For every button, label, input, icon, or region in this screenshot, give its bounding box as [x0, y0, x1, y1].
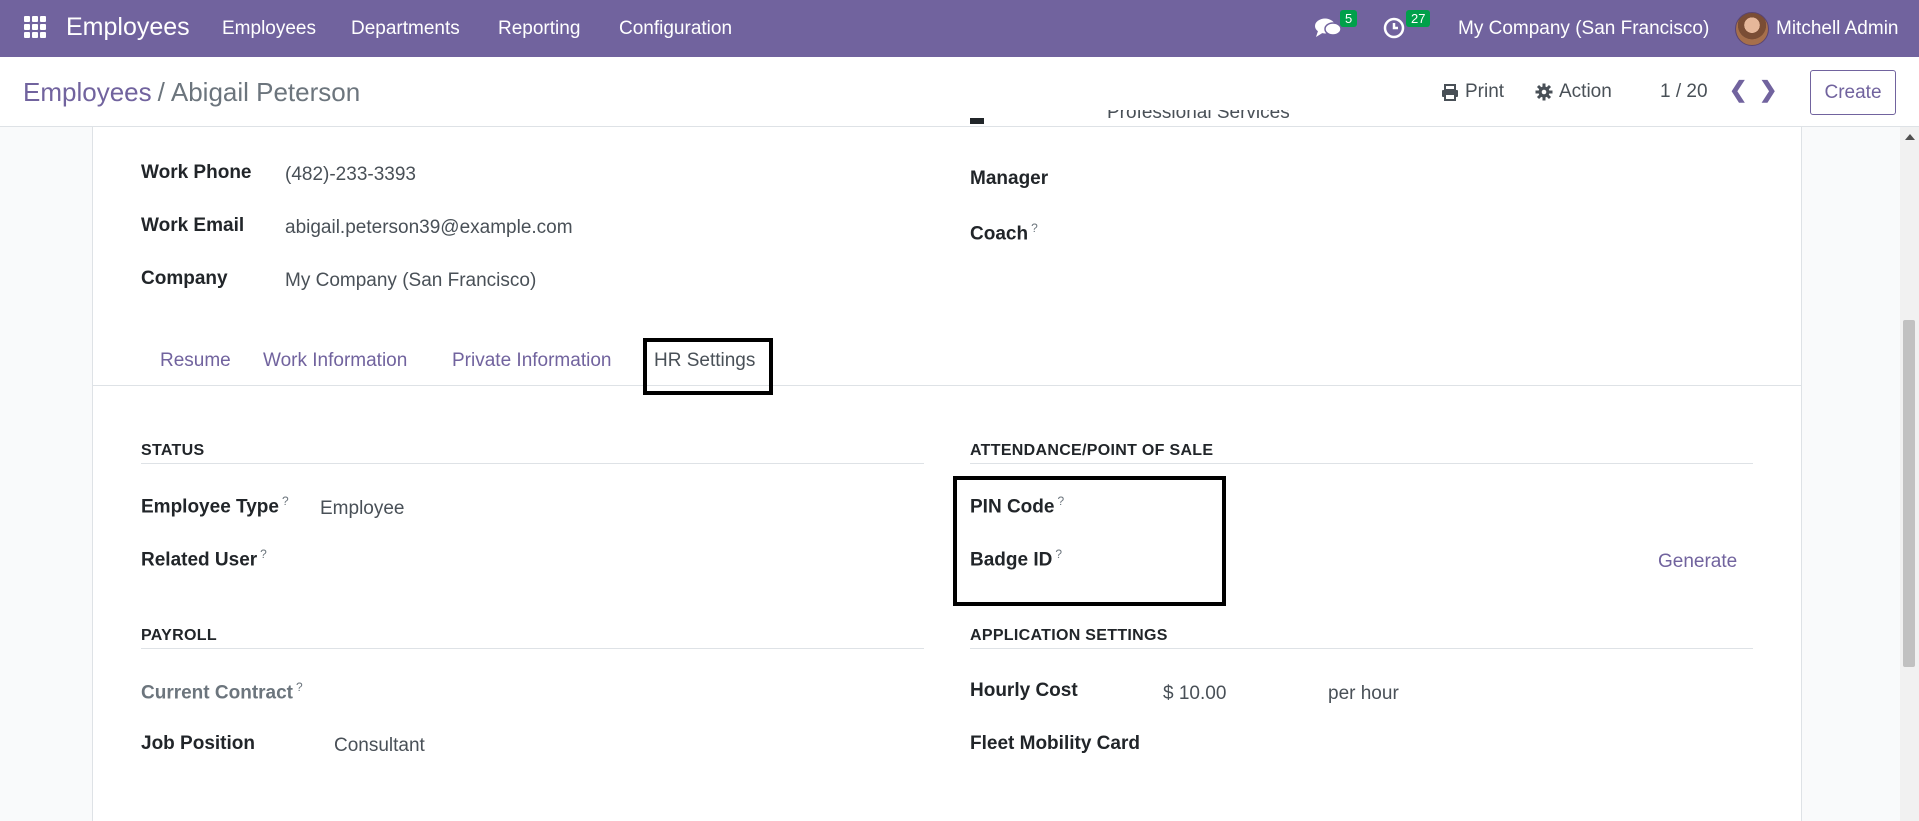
- create-button[interactable]: Create: [1810, 70, 1896, 115]
- user-menu[interactable]: Mitchell Admin: [1776, 18, 1899, 40]
- tabs-divider: [92, 385, 1802, 386]
- coach-label: Coach?: [970, 221, 1038, 245]
- menu-departments[interactable]: Departments: [351, 18, 460, 40]
- job-position-value[interactable]: Consultant: [334, 735, 425, 757]
- employee-type-help-icon[interactable]: ?: [282, 494, 289, 508]
- manager-label: Manager: [970, 168, 1049, 189]
- action-button[interactable]: Action: [1535, 81, 1612, 103]
- current-contract-label-text: Current Contract: [141, 682, 294, 704]
- chevron-left-icon[interactable]: ❮: [1729, 77, 1747, 103]
- work-phone-value[interactable]: (482)-233-3393: [285, 164, 416, 186]
- apps-grid-icon[interactable]: [24, 16, 46, 38]
- attendance-section-title: ATTENDANCE/POINT OF SALE: [970, 442, 1214, 459]
- menu-employees[interactable]: Employees: [222, 18, 316, 40]
- user-avatar[interactable]: [1735, 12, 1769, 46]
- per-hour-unit: per hour: [1328, 683, 1399, 704]
- department-value: Professional Services: [1107, 110, 1290, 127]
- gear-icon: [1535, 83, 1553, 101]
- company-value[interactable]: My Company (San Francisco): [285, 270, 536, 292]
- related-user-help-icon[interactable]: ?: [260, 547, 267, 561]
- app-brand[interactable]: Employees: [66, 13, 190, 42]
- employee-type-label-text: Employee Type: [141, 496, 279, 518]
- print-icon: [1442, 83, 1458, 101]
- coach-label-text: Coach: [970, 223, 1029, 245]
- department-value-text: Professional Services: [1107, 110, 1290, 123]
- hr-settings-highlight-box: [643, 338, 773, 395]
- messages-icon[interactable]: [1314, 16, 1342, 40]
- pager-value[interactable]: 1 / 20: [1660, 81, 1708, 103]
- work-phone-label: Work Phone: [141, 162, 252, 183]
- current-contract-label: Current Contract?: [141, 680, 303, 704]
- tab-work-information[interactable]: Work Information: [263, 350, 407, 372]
- messages-badge: 5: [1340, 10, 1358, 27]
- work-email-value[interactable]: abigail.peterson39@example.com: [285, 217, 573, 239]
- breadcrumb-employees[interactable]: Employees: [23, 77, 152, 107]
- hourly-cost-input[interactable]: $ 10.00: [1163, 683, 1226, 705]
- coach-help-icon[interactable]: ?: [1031, 221, 1038, 235]
- status-section-title: STATUS: [141, 442, 205, 459]
- pin-badge-highlight-box: [953, 476, 1226, 606]
- scrollbar-thumb[interactable]: [1903, 320, 1915, 667]
- generate-badge-button[interactable]: Generate: [1658, 551, 1737, 573]
- payroll-section-title: PAYROLL: [141, 627, 217, 644]
- print-button[interactable]: Print: [1441, 81, 1504, 103]
- application-section-line: [970, 648, 1753, 649]
- breadcrumb: Employees / Abigail Peterson: [23, 77, 360, 108]
- status-section-line: [141, 463, 924, 464]
- company-switcher[interactable]: My Company (San Francisco): [1458, 18, 1709, 40]
- activity-clock-icon[interactable]: [1383, 17, 1405, 39]
- related-user-label: Related User?: [141, 547, 267, 571]
- employee-type-label: Employee Type?: [141, 494, 289, 518]
- company-label: Company: [141, 268, 228, 289]
- chevron-right-icon[interactable]: ❯: [1759, 77, 1777, 103]
- top-navbar: Employees Employees Departments Reportin…: [0, 0, 1919, 57]
- breadcrumb-current: Abigail Peterson: [170, 77, 361, 107]
- payroll-section-line: [141, 648, 924, 649]
- tab-private-information[interactable]: Private Information: [452, 350, 611, 372]
- menu-configuration[interactable]: Configuration: [619, 18, 732, 40]
- action-label: Action: [1559, 81, 1612, 102]
- employee-type-select[interactable]: Employee: [320, 498, 405, 520]
- hourly-cost-label: Hourly Cost: [970, 680, 1078, 701]
- department-label-fragment: [970, 118, 984, 124]
- fleet-mobility-card-label: Fleet Mobility Card: [970, 733, 1140, 754]
- job-position-label: Job Position: [141, 733, 255, 754]
- current-contract-help-icon[interactable]: ?: [296, 680, 303, 694]
- scroll-up-arrow-icon[interactable]: [1905, 134, 1915, 140]
- activities-badge: 27: [1406, 10, 1431, 27]
- breadcrumb-separator: /: [157, 77, 165, 107]
- print-label: Print: [1465, 81, 1505, 102]
- work-email-label: Work Email: [141, 215, 245, 236]
- control-panel: Employees / Abigail Peterson Print Action …: [0, 57, 1919, 127]
- attendance-section-line: [970, 463, 1753, 464]
- menu-reporting[interactable]: Reporting: [498, 18, 580, 40]
- tab-resume[interactable]: Resume: [160, 350, 231, 372]
- related-user-label-text: Related User: [141, 549, 258, 571]
- application-settings-title: APPLICATION SETTINGS: [970, 627, 1168, 644]
